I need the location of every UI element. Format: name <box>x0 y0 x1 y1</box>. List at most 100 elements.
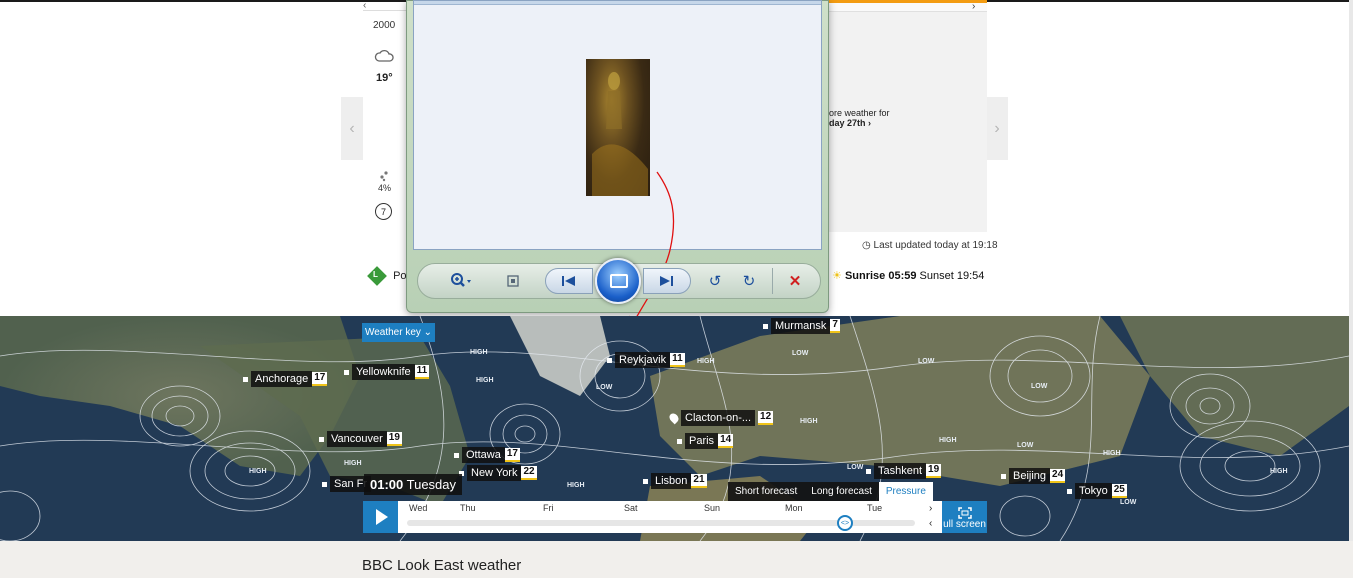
city-temp: 21 <box>691 474 707 488</box>
pressure-high-label: HIGH <box>476 377 494 384</box>
city-dot <box>243 376 248 382</box>
pressure-high-label: HIGH <box>1103 450 1121 457</box>
city-marker-reykjavik[interactable]: Reykjavik 11 <box>607 352 685 368</box>
pressure-high-label: HIGH <box>249 468 267 475</box>
city-marker-paris[interactable]: Paris 14 <box>677 433 734 449</box>
play-button[interactable] <box>363 501 398 533</box>
city-temp: 24 <box>1050 469 1066 483</box>
last-updated: ◷ Last updated today at 19:18 <box>862 240 998 251</box>
next-icon <box>655 268 677 294</box>
fullscreen-label: ull screen <box>943 519 986 530</box>
city-name: Murmansk <box>771 318 831 334</box>
fit-icon[interactable] <box>502 268 524 294</box>
fullscreen-button[interactable]: ull screen <box>942 501 987 533</box>
pressure-high-label: HIGH <box>800 418 818 425</box>
city-dot <box>319 436 324 442</box>
page-scrollbar[interactable] <box>1349 0 1353 541</box>
section-footer <box>0 541 1353 578</box>
pressure-high-label: HIGH <box>344 460 362 467</box>
city-name: Vancouver <box>327 431 387 447</box>
timeline-day[interactable]: Mon <box>785 503 803 513</box>
timeline-day[interactable]: Fri <box>543 503 554 513</box>
more-weather-link[interactable]: day 27th › <box>829 118 871 128</box>
city-temp: 25 <box>1111 484 1127 498</box>
previous-icon <box>558 268 580 294</box>
timeline-bar[interactable] <box>398 501 942 533</box>
timeline-day[interactable]: Thu <box>460 503 476 513</box>
city-temp: 22 <box>521 466 537 480</box>
scroll-left-arrow[interactable]: ‹ <box>363 0 383 11</box>
city-temp: 7 <box>830 319 840 333</box>
pressure-low-label: LOW <box>596 384 613 391</box>
pressure-high-label: HIGH <box>567 482 585 489</box>
more-weather-line1[interactable]: ore weather for <box>829 108 890 118</box>
city-marker-anchorage[interactable]: Anchorage 17 <box>243 371 328 387</box>
pressure-low-label: LOW <box>1031 383 1048 390</box>
city-dot <box>643 478 648 484</box>
location-pin-icon <box>667 411 681 425</box>
city-name: Beijing <box>1009 468 1051 484</box>
rain-chance: 4% <box>378 183 392 193</box>
city-marker-beijing[interactable]: Beijing 24 <box>1001 468 1066 484</box>
next-day-button[interactable]: › <box>986 97 1008 160</box>
previous-day-button[interactable]: ‹ <box>341 97 363 160</box>
sunset-text: Sunset 19:54 <box>919 270 985 282</box>
pressure-low-label: LOW <box>847 464 864 471</box>
timeline-day[interactable]: Sun <box>704 503 720 513</box>
sun-icon: ☀ <box>832 270 842 282</box>
rotate-left-icon[interactable]: ↺ <box>704 268 726 294</box>
city-temp: 11 <box>414 365 430 379</box>
tab-short-forecast[interactable]: Short forecast <box>728 482 805 501</box>
rotate-right-icon[interactable]: ↻ <box>738 268 760 294</box>
city-marker-tashkent[interactable]: Tashkent 19 <box>866 463 942 479</box>
city-marker-ottawa[interactable]: Ottawa 17 <box>454 447 520 463</box>
timeline-scrubber[interactable]: <> <box>837 515 853 531</box>
city-name: New York <box>467 465 522 481</box>
tab-long-forecast[interactable]: Long forecast <box>804 482 879 501</box>
pollen-badge: L <box>373 270 378 279</box>
slideshow-icon <box>610 274 628 288</box>
city-marker-yellowknife[interactable]: Yellowknife 11 <box>344 364 430 380</box>
city-marker-new-york[interactable]: New York 22 <box>459 465 537 481</box>
city-temp: 19 <box>926 464 942 478</box>
city-marker-tokyo[interactable]: Tokyo 25 <box>1067 483 1127 499</box>
forecast-temp: 19° <box>376 72 393 84</box>
zoom-icon[interactable] <box>444 268 478 294</box>
divider <box>363 10 407 11</box>
tab-pressure[interactable]: Pressure <box>878 482 933 501</box>
city-name: Anchorage <box>251 371 313 387</box>
pressure-high-label: HIGH <box>697 358 715 365</box>
forecast-time: 2000 <box>373 20 396 31</box>
slideshow-button[interactable] <box>595 258 641 304</box>
city-dot <box>322 481 327 487</box>
timeline-day[interactable]: Sat <box>624 503 638 513</box>
red-annotation-arrow <box>628 171 675 326</box>
weather-key-button[interactable]: Weather key ⌄ <box>362 323 435 342</box>
weather-key-label: Weather key <box>364 327 421 338</box>
city-dot <box>1001 473 1006 479</box>
city-marker-vancouver[interactable]: Vancouver 19 <box>319 431 402 447</box>
timeline-prev-icon[interactable]: ‹ <box>929 518 932 529</box>
pressure-high-label: HIGH <box>470 349 488 356</box>
city-temp: 17 <box>312 372 328 386</box>
timeline-day[interactable]: Tue <box>867 503 882 513</box>
pressure-low-label: LOW <box>1120 499 1137 506</box>
pressure-low-label: LOW <box>1017 442 1034 449</box>
city-marker-clacton[interactable]: Clacton-on-... 12 <box>667 410 774 426</box>
section-title: BBC Look East weather <box>362 557 522 574</box>
panel-scroll-right-icon[interactable]: › <box>972 1 975 12</box>
more-weather-date: day 27th <box>829 118 866 128</box>
city-marker-lisbon[interactable]: Lisbon 21 <box>643 473 707 489</box>
pressure-high-label: HIGH <box>939 437 957 444</box>
timeline-day[interactable]: Wed <box>409 503 427 513</box>
delete-icon[interactable]: ✕ <box>784 268 806 294</box>
fullscreen-icon <box>957 507 972 519</box>
city-name: Reykjavik <box>615 352 671 368</box>
city-marker-murmansk[interactable]: Murmansk 7 <box>763 318 840 334</box>
toolbar-divider <box>772 268 773 294</box>
panel-scrollbar[interactable] <box>829 3 987 12</box>
city-temp: 14 <box>718 434 734 448</box>
city-name: Tokyo <box>1075 483 1112 499</box>
wind-speed-badge: 7 <box>375 203 392 220</box>
timeline-next-icon[interactable]: › <box>929 503 932 514</box>
